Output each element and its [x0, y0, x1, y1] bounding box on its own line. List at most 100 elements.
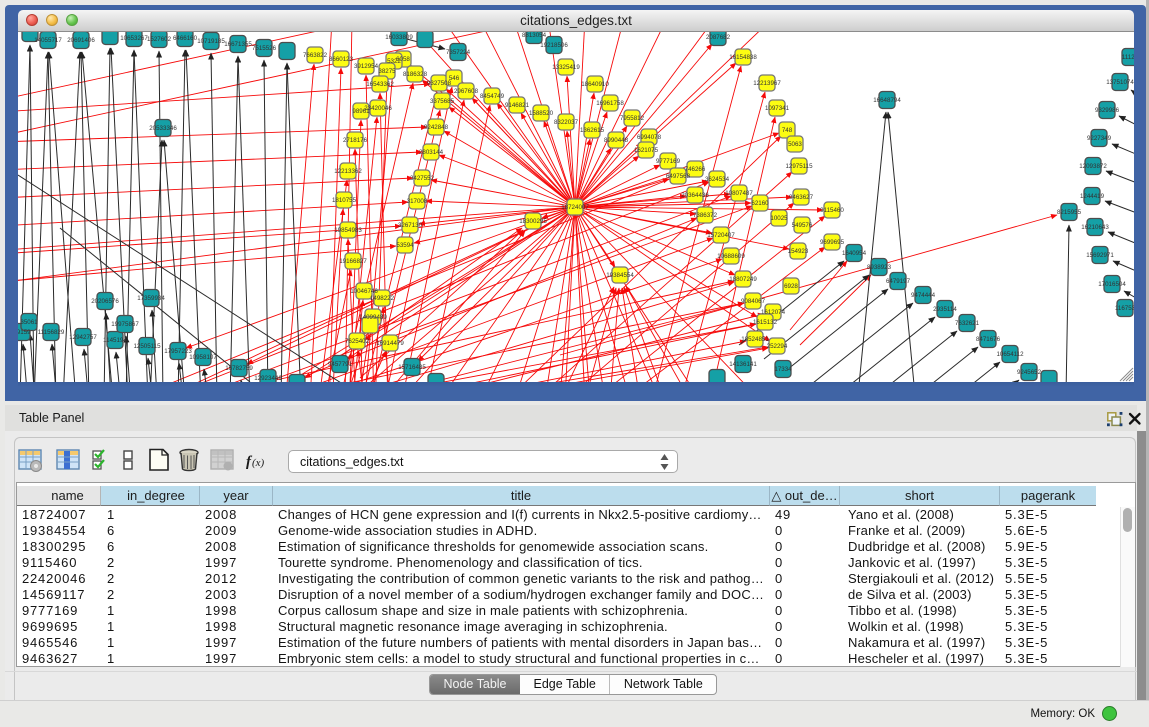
- svg-text:38275: 38275: [378, 68, 396, 75]
- svg-text:9457791: 9457791: [328, 361, 353, 368]
- svg-text:16671355: 16671355: [224, 41, 252, 48]
- svg-text:13325419: 13325419: [552, 64, 580, 71]
- svg-text:16782759: 16782759: [225, 365, 253, 372]
- svg-text:10958107: 10958107: [189, 354, 217, 361]
- svg-text:3267130: 3267130: [398, 222, 423, 229]
- svg-text:16648794: 16648794: [873, 97, 901, 104]
- svg-text:12213967: 12213967: [753, 80, 781, 87]
- svg-text:1527602: 1527602: [147, 36, 172, 43]
- svg-text:10719185: 10719185: [197, 38, 225, 45]
- svg-text:9227349: 9227349: [1087, 135, 1112, 142]
- svg-text:11156829: 11156829: [38, 329, 65, 336]
- svg-text:98961: 98961: [352, 108, 370, 115]
- svg-text:16543362: 16543362: [366, 81, 394, 88]
- svg-text:1145194: 1145194: [103, 337, 127, 344]
- svg-text:3624534: 3624534: [705, 176, 730, 183]
- svg-text:8471676: 8471676: [976, 336, 1001, 343]
- svg-text:17334: 17334: [774, 366, 792, 373]
- svg-text:17359934: 17359934: [137, 295, 165, 302]
- svg-text:2718176: 2718176: [343, 137, 368, 144]
- svg-text:16961758: 16961758: [596, 100, 624, 107]
- svg-text:19384554: 19384554: [606, 272, 634, 279]
- svg-text:9463627: 9463627: [789, 194, 814, 201]
- svg-text:1621075: 1621075: [634, 147, 659, 154]
- svg-text:14055717: 14055717: [34, 37, 62, 44]
- svg-text:6479197: 6479197: [886, 278, 911, 285]
- svg-text:748: 748: [782, 127, 793, 134]
- svg-text:5322: 5322: [387, 58, 401, 65]
- svg-text:19975867: 19975867: [111, 321, 139, 328]
- svg-text:10688609: 10688609: [717, 253, 745, 260]
- svg-text:8660123: 8660123: [329, 56, 354, 63]
- svg-text:2967608: 2967608: [454, 88, 479, 95]
- svg-text:16154838: 16154838: [729, 54, 757, 61]
- svg-text:18807249: 18807249: [729, 276, 757, 283]
- svg-text:10654112: 10654112: [996, 351, 1024, 358]
- svg-text:9329986: 9329986: [1095, 107, 1120, 114]
- svg-text:1244419: 1244419: [1080, 193, 1105, 200]
- svg-text:1097341: 1097341: [765, 105, 790, 112]
- svg-text:2087682: 2087682: [706, 34, 731, 41]
- svg-text:10046746: 10046746: [350, 288, 378, 295]
- svg-text:9777169: 9777169: [656, 158, 681, 165]
- svg-text:8813054: 8813054: [522, 32, 547, 39]
- svg-text:19166827: 19166827: [339, 258, 367, 265]
- svg-text:12505115: 12505115: [133, 343, 161, 350]
- svg-text:5063: 5063: [788, 141, 802, 148]
- svg-text:15716485: 15716485: [398, 364, 426, 371]
- svg-text:1588520: 1588520: [529, 110, 554, 117]
- svg-text:1498222: 1498222: [370, 295, 395, 302]
- svg-text:7955812: 7955812: [620, 115, 645, 122]
- svg-text:19854983: 19854983: [334, 227, 362, 234]
- svg-text:746266: 746266: [685, 166, 706, 173]
- svg-text:16914479: 16914479: [376, 340, 404, 347]
- svg-text:12923446: 12923446: [254, 375, 282, 382]
- svg-text:1612074: 1612074: [761, 309, 786, 316]
- svg-text:13751074: 13751074: [1106, 79, 1134, 86]
- svg-text:8322037: 8322037: [554, 119, 579, 126]
- svg-text:6928: 6928: [784, 283, 798, 290]
- svg-text:14099489: 14099489: [359, 314, 387, 321]
- svg-text:8215955: 8215955: [1057, 209, 1082, 216]
- svg-text:9699695: 9699695: [820, 239, 845, 246]
- svg-text:99159: 99159: [18, 329, 31, 336]
- svg-text:252294: 252294: [767, 343, 788, 350]
- svg-text:8186328: 8186328: [403, 71, 428, 78]
- svg-text:12093872: 12093872: [1079, 163, 1107, 170]
- svg-text:7515526: 7515526: [252, 45, 277, 52]
- svg-text:7632621: 7632621: [955, 320, 980, 327]
- svg-text:317008: 317008: [407, 198, 428, 205]
- svg-text:116753: 116753: [1115, 305, 1134, 312]
- svg-text:10025: 10025: [770, 215, 788, 222]
- svg-text:9474444: 9474444: [911, 292, 936, 299]
- svg-text:18300295: 18300295: [519, 218, 547, 225]
- svg-text:3427552: 3427552: [410, 175, 435, 182]
- svg-text:17016504: 17016504: [1098, 281, 1126, 288]
- svg-text:62160: 62160: [751, 200, 769, 207]
- svg-text:7663822: 7663822: [303, 52, 328, 59]
- svg-text:8454749: 8454749: [480, 93, 505, 100]
- svg-text:9245652: 9245652: [1017, 369, 1042, 376]
- svg-text:546: 546: [449, 75, 460, 82]
- svg-text:2803144: 2803144: [419, 149, 444, 156]
- svg-text:9242848: 9242848: [424, 124, 449, 131]
- svg-text:53594: 53594: [396, 242, 414, 249]
- svg-text:549576: 549576: [792, 222, 813, 229]
- svg-text:14136141: 14136141: [729, 361, 757, 368]
- svg-text:10653267: 10653267: [120, 35, 148, 42]
- svg-text:16033809: 16033809: [385, 34, 413, 41]
- svg-text:12942757: 12942757: [69, 334, 97, 341]
- svg-text:35061: 35061: [20, 319, 38, 326]
- svg-text:1615132: 1615132: [753, 319, 778, 326]
- svg-text:20364436: 20364436: [681, 192, 709, 199]
- svg-text:17957223: 17957223: [164, 348, 192, 355]
- svg-text:8938923: 8938923: [867, 264, 892, 271]
- svg-text:15720407: 15720407: [707, 232, 735, 239]
- svg-text:10807487: 10807487: [725, 190, 753, 197]
- svg-text:7357224: 7357224: [446, 49, 471, 56]
- svg-text:20206576: 20206576: [91, 298, 119, 305]
- svg-text:18724007: 18724007: [561, 204, 589, 211]
- svg-text:1810755: 1810755: [332, 197, 357, 204]
- svg-text:19218506: 19218506: [540, 42, 568, 49]
- svg-text:18640910: 18640910: [581, 81, 609, 88]
